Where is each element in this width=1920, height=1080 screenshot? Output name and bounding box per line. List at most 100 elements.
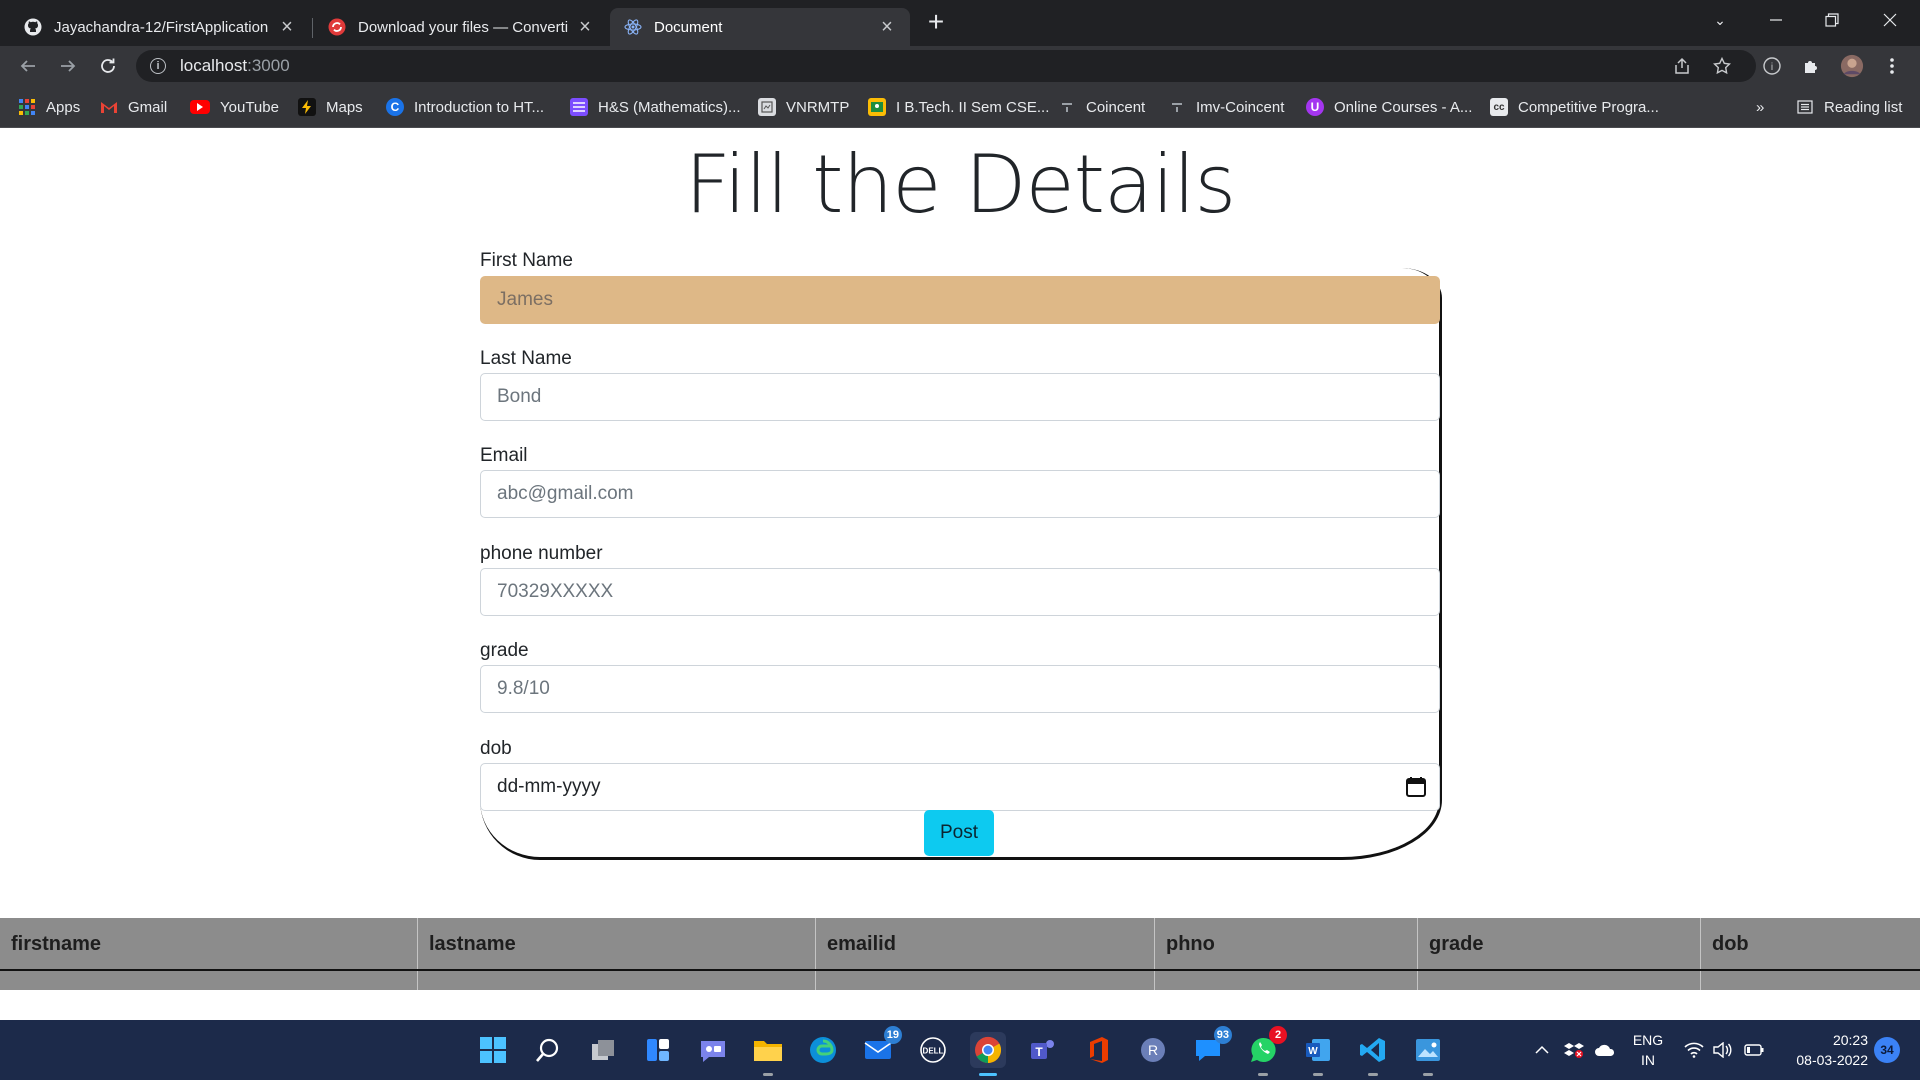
browser-tab-strip: Jayachandra-12/FirstApplication × Downlo… bbox=[0, 0, 1920, 46]
tab-document[interactable]: Document × bbox=[610, 8, 910, 46]
profile-avatar[interactable] bbox=[1840, 54, 1864, 78]
office-icon[interactable] bbox=[1080, 1032, 1116, 1068]
url-port: :3000 bbox=[247, 56, 290, 75]
browser-menu-icon[interactable] bbox=[1880, 54, 1904, 78]
post-button[interactable]: Post bbox=[924, 810, 994, 856]
phone-number-label: phone number bbox=[480, 543, 603, 564]
mail-badge: 19 bbox=[883, 1026, 902, 1044]
dell-icon[interactable]: DELL bbox=[915, 1032, 951, 1068]
new-tab-button[interactable]: + bbox=[921, 8, 951, 38]
bookmark-label: Imv-Coincent bbox=[1196, 98, 1285, 116]
minimize-icon[interactable] bbox=[1748, 0, 1804, 40]
region-code: IN bbox=[1641, 1052, 1655, 1068]
table-cell bbox=[1155, 971, 1418, 990]
tab-search-icon[interactable]: ⌄ bbox=[1692, 0, 1748, 40]
first-name-input[interactable]: James bbox=[480, 276, 1440, 324]
more-bookmarks-chevron-icon[interactable]: » bbox=[1756, 95, 1764, 119]
reading-list-button[interactable]: Reading list bbox=[1796, 95, 1902, 119]
page-title: Fill the Details bbox=[684, 138, 1236, 231]
file-explorer-icon[interactable] bbox=[750, 1032, 786, 1076]
grade-label: grade bbox=[480, 640, 529, 661]
coincent-icon bbox=[1168, 98, 1186, 116]
share-icon[interactable] bbox=[1670, 54, 1694, 78]
gmail-icon bbox=[100, 98, 118, 116]
extension-circle-icon[interactable]: i bbox=[1760, 54, 1784, 78]
bookmark-label: Competitive Progra... bbox=[1518, 98, 1659, 116]
bookmark-competitive-programming[interactable]: cc Competitive Progra... bbox=[1490, 95, 1659, 119]
messages-icon[interactable]: 93 bbox=[1190, 1026, 1232, 1068]
svg-text:i: i bbox=[1771, 62, 1773, 73]
wifi-icon[interactable] bbox=[1684, 1020, 1704, 1080]
onedrive-cloud-icon[interactable] bbox=[1594, 1020, 1616, 1080]
photos-icon[interactable] bbox=[1410, 1032, 1446, 1076]
extensions-puzzle-icon[interactable] bbox=[1800, 54, 1824, 78]
table-header-phno: phno bbox=[1155, 918, 1418, 970]
bookmark-label: Online Courses - A... bbox=[1334, 98, 1473, 116]
messages-badge: 93 bbox=[1213, 1026, 1232, 1044]
search-icon[interactable] bbox=[530, 1032, 566, 1068]
calendar-icon[interactable] bbox=[1405, 776, 1427, 798]
r-app-icon[interactable]: R bbox=[1135, 1032, 1171, 1068]
forward-arrow-icon[interactable] bbox=[52, 50, 84, 82]
close-tab-icon[interactable]: × bbox=[278, 16, 296, 38]
word-icon[interactable]: W bbox=[1300, 1032, 1336, 1076]
close-tab-icon[interactable]: × bbox=[878, 16, 896, 38]
battery-icon[interactable] bbox=[1744, 1020, 1764, 1080]
bookmark-maps[interactable]: Maps bbox=[298, 95, 363, 119]
bookmark-online-courses[interactable]: U Online Courses - A... bbox=[1306, 95, 1472, 119]
last-name-label: Last Name bbox=[480, 348, 572, 369]
bookmark-vnrmtp[interactable]: VNRMTP bbox=[758, 95, 849, 119]
bookmark-coincent[interactable]: Coincent bbox=[1058, 95, 1145, 119]
c-logo-icon: C bbox=[386, 98, 404, 116]
bookmark-btech-sem[interactable]: I B.Tech. II Sem CSE... bbox=[868, 95, 1049, 119]
edge-browser-icon[interactable] bbox=[805, 1032, 841, 1068]
vscode-icon[interactable] bbox=[1355, 1032, 1391, 1076]
bookmark-gmail[interactable]: Gmail bbox=[100, 95, 167, 119]
widgets-icon[interactable] bbox=[640, 1032, 676, 1068]
tab-github[interactable]: Jayachandra-12/FirstApplication × bbox=[10, 8, 310, 46]
dob-placeholder: dd-mm-yyyy bbox=[497, 776, 601, 797]
running-indicator bbox=[1423, 1073, 1433, 1076]
task-view-icon[interactable] bbox=[585, 1032, 621, 1068]
svg-text:DELL: DELL bbox=[923, 1047, 944, 1056]
mail-icon[interactable]: 19 bbox=[860, 1026, 902, 1068]
reload-icon[interactable] bbox=[92, 50, 124, 82]
github-icon bbox=[24, 18, 42, 36]
close-window-icon[interactable] bbox=[1862, 0, 1918, 40]
notification-center-button[interactable]: 34 bbox=[1874, 1020, 1900, 1080]
bookmark-imv-coincent[interactable]: Imv-Coincent bbox=[1168, 95, 1284, 119]
teams-chat-icon[interactable] bbox=[695, 1032, 731, 1068]
dob-date-input[interactable]: dd-mm-yyyy bbox=[480, 763, 1440, 811]
coincent-icon bbox=[1058, 98, 1076, 116]
running-indicator bbox=[1258, 1073, 1268, 1076]
restore-icon[interactable] bbox=[1804, 0, 1860, 40]
table-cell bbox=[418, 971, 816, 990]
email-input[interactable]: abc@gmail.com bbox=[480, 470, 1440, 518]
list-icon bbox=[570, 98, 588, 116]
dropbox-sync-icon[interactable] bbox=[1564, 1020, 1584, 1080]
start-windows-icon[interactable] bbox=[475, 1032, 511, 1068]
teams-icon[interactable]: T bbox=[1025, 1032, 1061, 1068]
grade-input[interactable]: 9.8/10 bbox=[480, 665, 1440, 713]
udemy-icon: U bbox=[1306, 98, 1324, 116]
chrome-icon[interactable] bbox=[970, 1032, 1006, 1076]
bookmark-star-icon[interactable] bbox=[1710, 54, 1734, 78]
whatsapp-icon[interactable]: 2 bbox=[1245, 1026, 1287, 1076]
tray-overflow-chevron-icon[interactable] bbox=[1534, 1020, 1550, 1080]
clock[interactable]: 20:23 08-03-2022 bbox=[1778, 1030, 1868, 1070]
back-arrow-icon[interactable] bbox=[12, 50, 44, 82]
volume-icon[interactable] bbox=[1712, 1020, 1732, 1080]
clock-date: 08-03-2022 bbox=[1796, 1052, 1868, 1068]
phone-number-input[interactable]: 70329XXXXX bbox=[480, 568, 1440, 616]
table-header-firstname: firstname bbox=[0, 918, 418, 970]
bookmark-youtube[interactable]: YouTube bbox=[190, 95, 279, 119]
last-name-input[interactable]: Bond bbox=[480, 373, 1440, 421]
language-indicator[interactable]: ENG IN bbox=[1628, 1030, 1668, 1070]
url-bar[interactable]: i localhost:3000 bbox=[136, 50, 1756, 82]
close-tab-icon[interactable]: × bbox=[576, 16, 594, 38]
bookmark-hs-mathematics[interactable]: H&S (Mathematics)... bbox=[570, 95, 741, 119]
bookmark-apps[interactable]: Apps bbox=[18, 95, 80, 119]
site-info-icon[interactable]: i bbox=[150, 58, 166, 74]
bookmark-intro-html[interactable]: C Introduction to HT... bbox=[386, 95, 544, 119]
tab-convertio[interactable]: Download your files — Convertio × bbox=[314, 8, 608, 46]
